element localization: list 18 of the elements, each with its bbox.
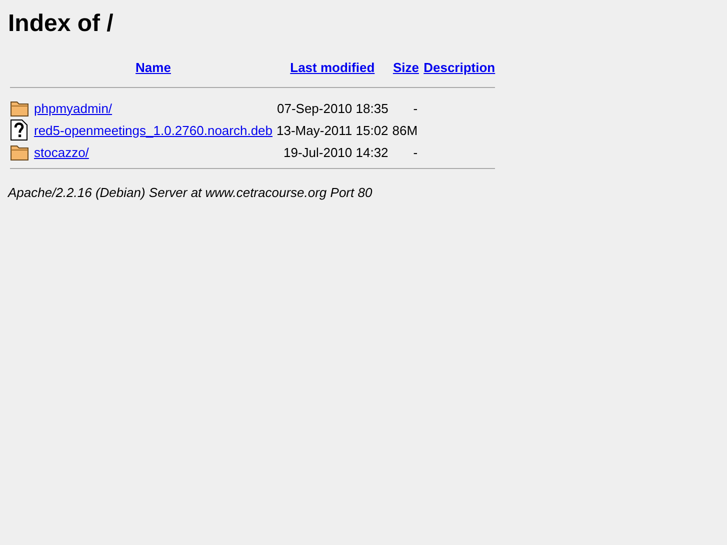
column-header-link[interactable]: Description <box>424 60 496 75</box>
file-size: 86M <box>392 122 418 138</box>
modified-date: 07-Sep-2010 18:35 <box>276 100 388 116</box>
folder-icon <box>10 143 30 161</box>
file-link[interactable]: phpmyadmin/ <box>34 100 112 116</box>
page-title: Index of / <box>8 9 114 39</box>
unknown-file-icon <box>10 119 28 141</box>
server-signature: Apache/2.2.16 (Debian) Server at www.cetracourse.org Port 80 <box>8 185 374 200</box>
modified-date: 13-May-2011 15:02 <box>276 122 388 138</box>
file-link[interactable]: stocazzo/ <box>34 144 89 160</box>
file-size: - <box>413 144 418 160</box>
modified-date: 19-Jul-2010 14:32 <box>283 144 388 160</box>
column-header-link[interactable]: Last modified <box>290 60 375 75</box>
file-size: - <box>413 100 418 116</box>
column-header-link[interactable]: Size <box>392 60 419 75</box>
column-header-link[interactable]: Name <box>136 60 171 75</box>
file-link[interactable]: red5-openmeetings_1.0.2760.noarch.deb <box>34 122 273 138</box>
folder-icon <box>10 99 30 117</box>
